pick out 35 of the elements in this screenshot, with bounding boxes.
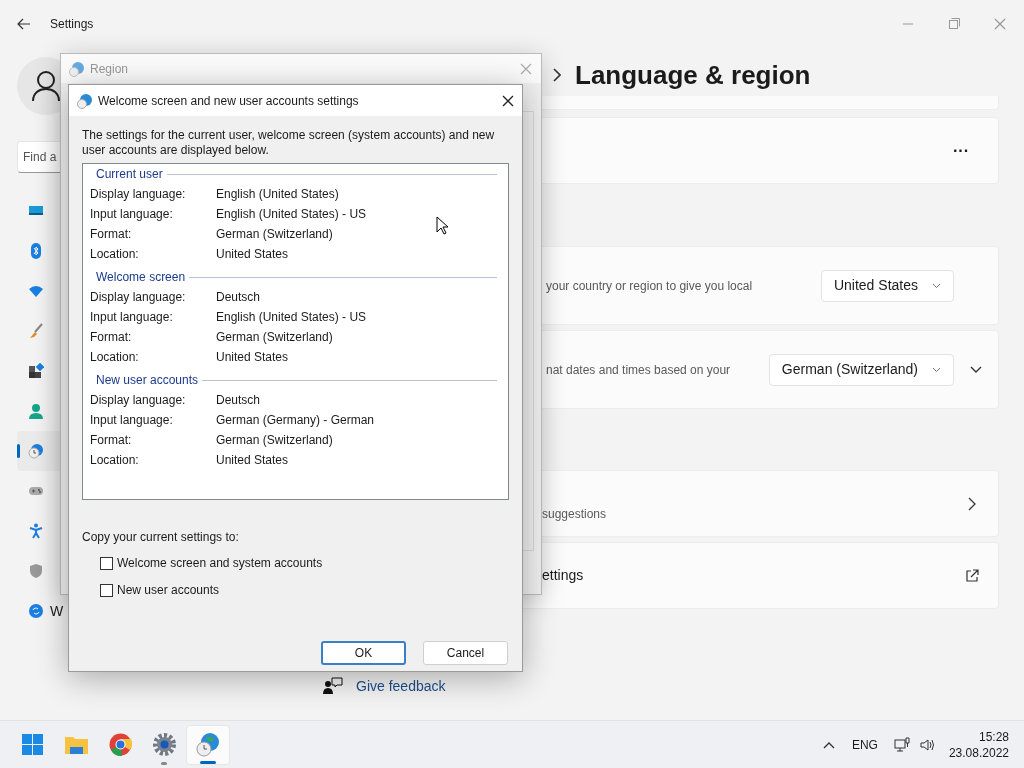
setting-title: ettings	[541, 566, 585, 585]
field-label: Input language:	[90, 206, 174, 223]
dialog-title: Welcome screen and new user accounts settings	[98, 92, 359, 110]
field-label: Location:	[90, 452, 140, 469]
field-value: German (Germany) - German	[216, 412, 375, 429]
section-heading: New user accounts	[96, 372, 199, 389]
field-value: United States	[216, 452, 289, 469]
field-value: English (United States)	[216, 186, 339, 203]
field-value: Deutsch	[216, 289, 261, 306]
field-label: Location:	[90, 246, 140, 263]
setting-description: suggestions	[541, 505, 608, 523]
field-label: Display language:	[90, 392, 187, 409]
field-value: English (United States) - US	[216, 206, 367, 223]
setting-description: nat dates and times based on your	[545, 361, 732, 379]
setting-description: your country or region to give you local	[545, 277, 754, 295]
field-value: United States	[216, 349, 289, 366]
field-label: Display language:	[90, 289, 187, 306]
field-label: Input language:	[90, 412, 174, 429]
field-label: Format:	[90, 432, 133, 449]
section-heading: Welcome screen	[96, 269, 186, 286]
field-label: Input language:	[90, 309, 174, 326]
field-value: Deutsch	[216, 392, 261, 409]
page-heading: Language & region	[575, 58, 811, 92]
window-title: Settings	[50, 16, 94, 33]
field-label: Display language:	[90, 186, 187, 203]
field-label: Format:	[90, 329, 133, 346]
nav-label: W	[50, 601, 64, 621]
field-label: Format:	[90, 226, 133, 243]
dialog-title: Region	[90, 60, 129, 78]
field-value: German (Switzerland)	[216, 432, 333, 449]
field-value: United States	[216, 246, 289, 263]
field-label: Location:	[90, 349, 140, 366]
field-value: German (Switzerland)	[216, 226, 333, 243]
copy-label: Copy your current settings to:	[82, 529, 240, 546]
section-heading: Current user	[96, 166, 163, 183]
